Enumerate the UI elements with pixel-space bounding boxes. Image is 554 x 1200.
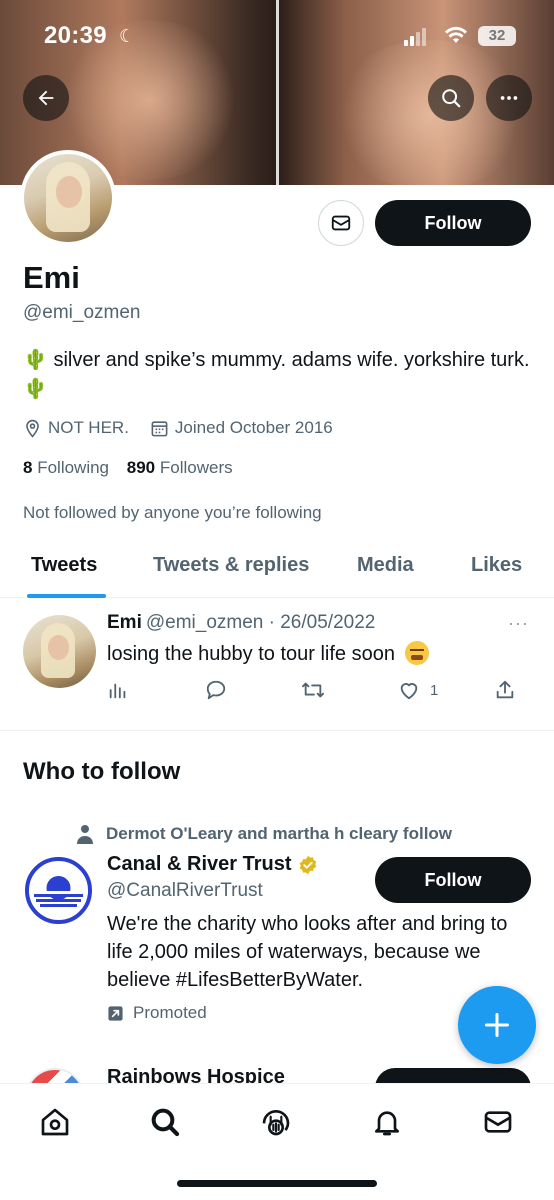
- person-icon: [77, 825, 93, 844]
- tweet-text-row: losing the hubby to tour life soon: [107, 641, 429, 666]
- tweet[interactable]: Emi @emi_ozmen · 26/05/2022 ··· losing th…: [0, 599, 554, 731]
- plus-icon: [484, 1012, 510, 1038]
- search-icon: [151, 1108, 180, 1137]
- location-text: NOT HER.: [48, 418, 129, 437]
- nav-spaces[interactable]: [258, 1104, 294, 1140]
- profile-name: Emi: [23, 260, 80, 295]
- tab-likes[interactable]: Likes: [471, 554, 522, 577]
- active-tab-indicator: [27, 594, 106, 598]
- calendar-icon: [151, 420, 168, 436]
- like-button[interactable]: 1: [397, 679, 438, 701]
- profile-avatar[interactable]: [20, 150, 116, 246]
- tweet-avatar[interactable]: [23, 615, 96, 688]
- like-count: 1: [430, 681, 439, 699]
- tab-tweets[interactable]: Tweets: [31, 554, 97, 577]
- envelope-icon: [331, 215, 351, 231]
- suggested-follow-button[interactable]: Follow: [375, 857, 531, 903]
- promoted-text: Promoted: [133, 1003, 207, 1022]
- not-followed-note: Not followed by anyone you’re following: [23, 503, 322, 522]
- more-horizontal-icon: [500, 96, 518, 100]
- avatar-face: [56, 176, 82, 208]
- profile-bio: 🌵 silver and spike’s mummy. adams wife. …: [23, 349, 530, 400]
- verified-badge-icon: [299, 855, 316, 874]
- nav-home[interactable]: [37, 1104, 73, 1140]
- who-to-follow-title: Who to follow: [23, 758, 181, 785]
- following-count: 8: [23, 458, 33, 477]
- wifi-icon: [445, 26, 467, 43]
- followers-count: 890: [126, 458, 156, 477]
- search-button[interactable]: [428, 75, 474, 121]
- envelope-icon: [484, 1111, 512, 1133]
- retweet-button[interactable]: [300, 679, 326, 701]
- tired-face-emoji-icon: [404, 641, 429, 665]
- rainbows-hospice-logo: [25, 1068, 85, 1084]
- follow-counts: 8 Following 890 Followers: [23, 458, 233, 478]
- views-button[interactable]: [107, 679, 129, 701]
- next-suggestion[interactable]: Rainbows Hospice: [0, 1060, 554, 1084]
- share-icon: [496, 680, 514, 699]
- social-context-text: Dermot O'Leary and martha h cleary follo…: [106, 824, 453, 843]
- tweet-actions: 1: [107, 679, 527, 703]
- suggested-account-name[interactable]: Canal & River Trust: [107, 853, 318, 876]
- tweet-header: Emi @emi_ozmen · 26/05/2022: [107, 612, 375, 634]
- back-arrow-icon: [38, 90, 54, 106]
- profile-meta: NOT HER. Joined October 2016: [23, 418, 354, 438]
- joined-text: Joined October 2016: [174, 418, 333, 437]
- back-button[interactable]: [23, 75, 69, 121]
- spaces-microphone-icon: [262, 1110, 290, 1136]
- joined-item: Joined October 2016: [150, 418, 333, 438]
- more-options-button[interactable]: [486, 75, 532, 121]
- nav-messages[interactable]: [480, 1104, 516, 1140]
- search-icon: [442, 89, 461, 108]
- following-label: Following: [37, 458, 110, 477]
- tweet-more-button[interactable]: ···: [508, 613, 529, 634]
- location-pin-icon: [26, 419, 39, 438]
- bell-icon: [375, 1111, 399, 1136]
- nav-search[interactable]: [147, 1104, 183, 1140]
- following-link[interactable]: 8 Following: [23, 458, 109, 477]
- tweet-text: losing the hubby to tour life soon: [107, 643, 395, 665]
- signal-icon: [404, 28, 428, 46]
- suggested-account-bio: We're the charity who looks after and br…: [107, 913, 508, 991]
- retweet-icon: [301, 682, 324, 698]
- followers-link[interactable]: 890 Followers: [127, 458, 233, 477]
- home-icon: [41, 1108, 69, 1136]
- canal-trust-emblem-icon: [29, 876, 88, 907]
- suggested-account-name-text: Canal & River Trust: [107, 853, 292, 875]
- tab-media[interactable]: Media: [357, 554, 414, 577]
- next-account-name: Rainbows Hospice: [107, 1066, 285, 1084]
- avatar-face: [48, 635, 69, 660]
- followers-label: Followers: [159, 458, 233, 477]
- promoted-icon: [108, 1005, 123, 1021]
- nav-notifications[interactable]: [369, 1104, 405, 1140]
- heart-icon: [400, 683, 418, 700]
- tab-tweets-replies[interactable]: Tweets & replies: [153, 554, 309, 577]
- next-follow-button[interactable]: [375, 1068, 531, 1084]
- canal-river-trust-logo[interactable]: [25, 857, 92, 924]
- status-time: 20:39: [44, 22, 107, 49]
- message-button[interactable]: [318, 200, 364, 246]
- tweet-author-name: Emi: [107, 612, 142, 633]
- social-context: Dermot O'Leary and martha h cleary follo…: [76, 824, 452, 844]
- reply-button[interactable]: [204, 679, 228, 701]
- promoted-label: Promoted: [107, 1003, 207, 1023]
- location-item: NOT HER.: [23, 418, 129, 438]
- status-bar: 20:39 ☾ 32: [0, 0, 554, 70]
- compose-tweet-button[interactable]: [458, 986, 536, 1064]
- moon-icon: ☾: [119, 26, 136, 46]
- home-indicator[interactable]: [177, 1180, 377, 1187]
- suggested-account-handle: @CanalRiverTrust: [107, 880, 263, 901]
- battery-indicator: 32: [478, 26, 516, 46]
- reply-icon: [206, 680, 226, 700]
- share-button[interactable]: [494, 679, 516, 701]
- follow-button[interactable]: Follow: [375, 200, 531, 246]
- analytics-icon: [109, 683, 126, 699]
- tweet-handle-date: @emi_ozmen · 26/05/2022: [145, 612, 376, 633]
- profile-tabs: Tweets Tweets & replies Media Likes: [0, 540, 554, 598]
- profile-handle: @emi_ozmen: [23, 302, 141, 323]
